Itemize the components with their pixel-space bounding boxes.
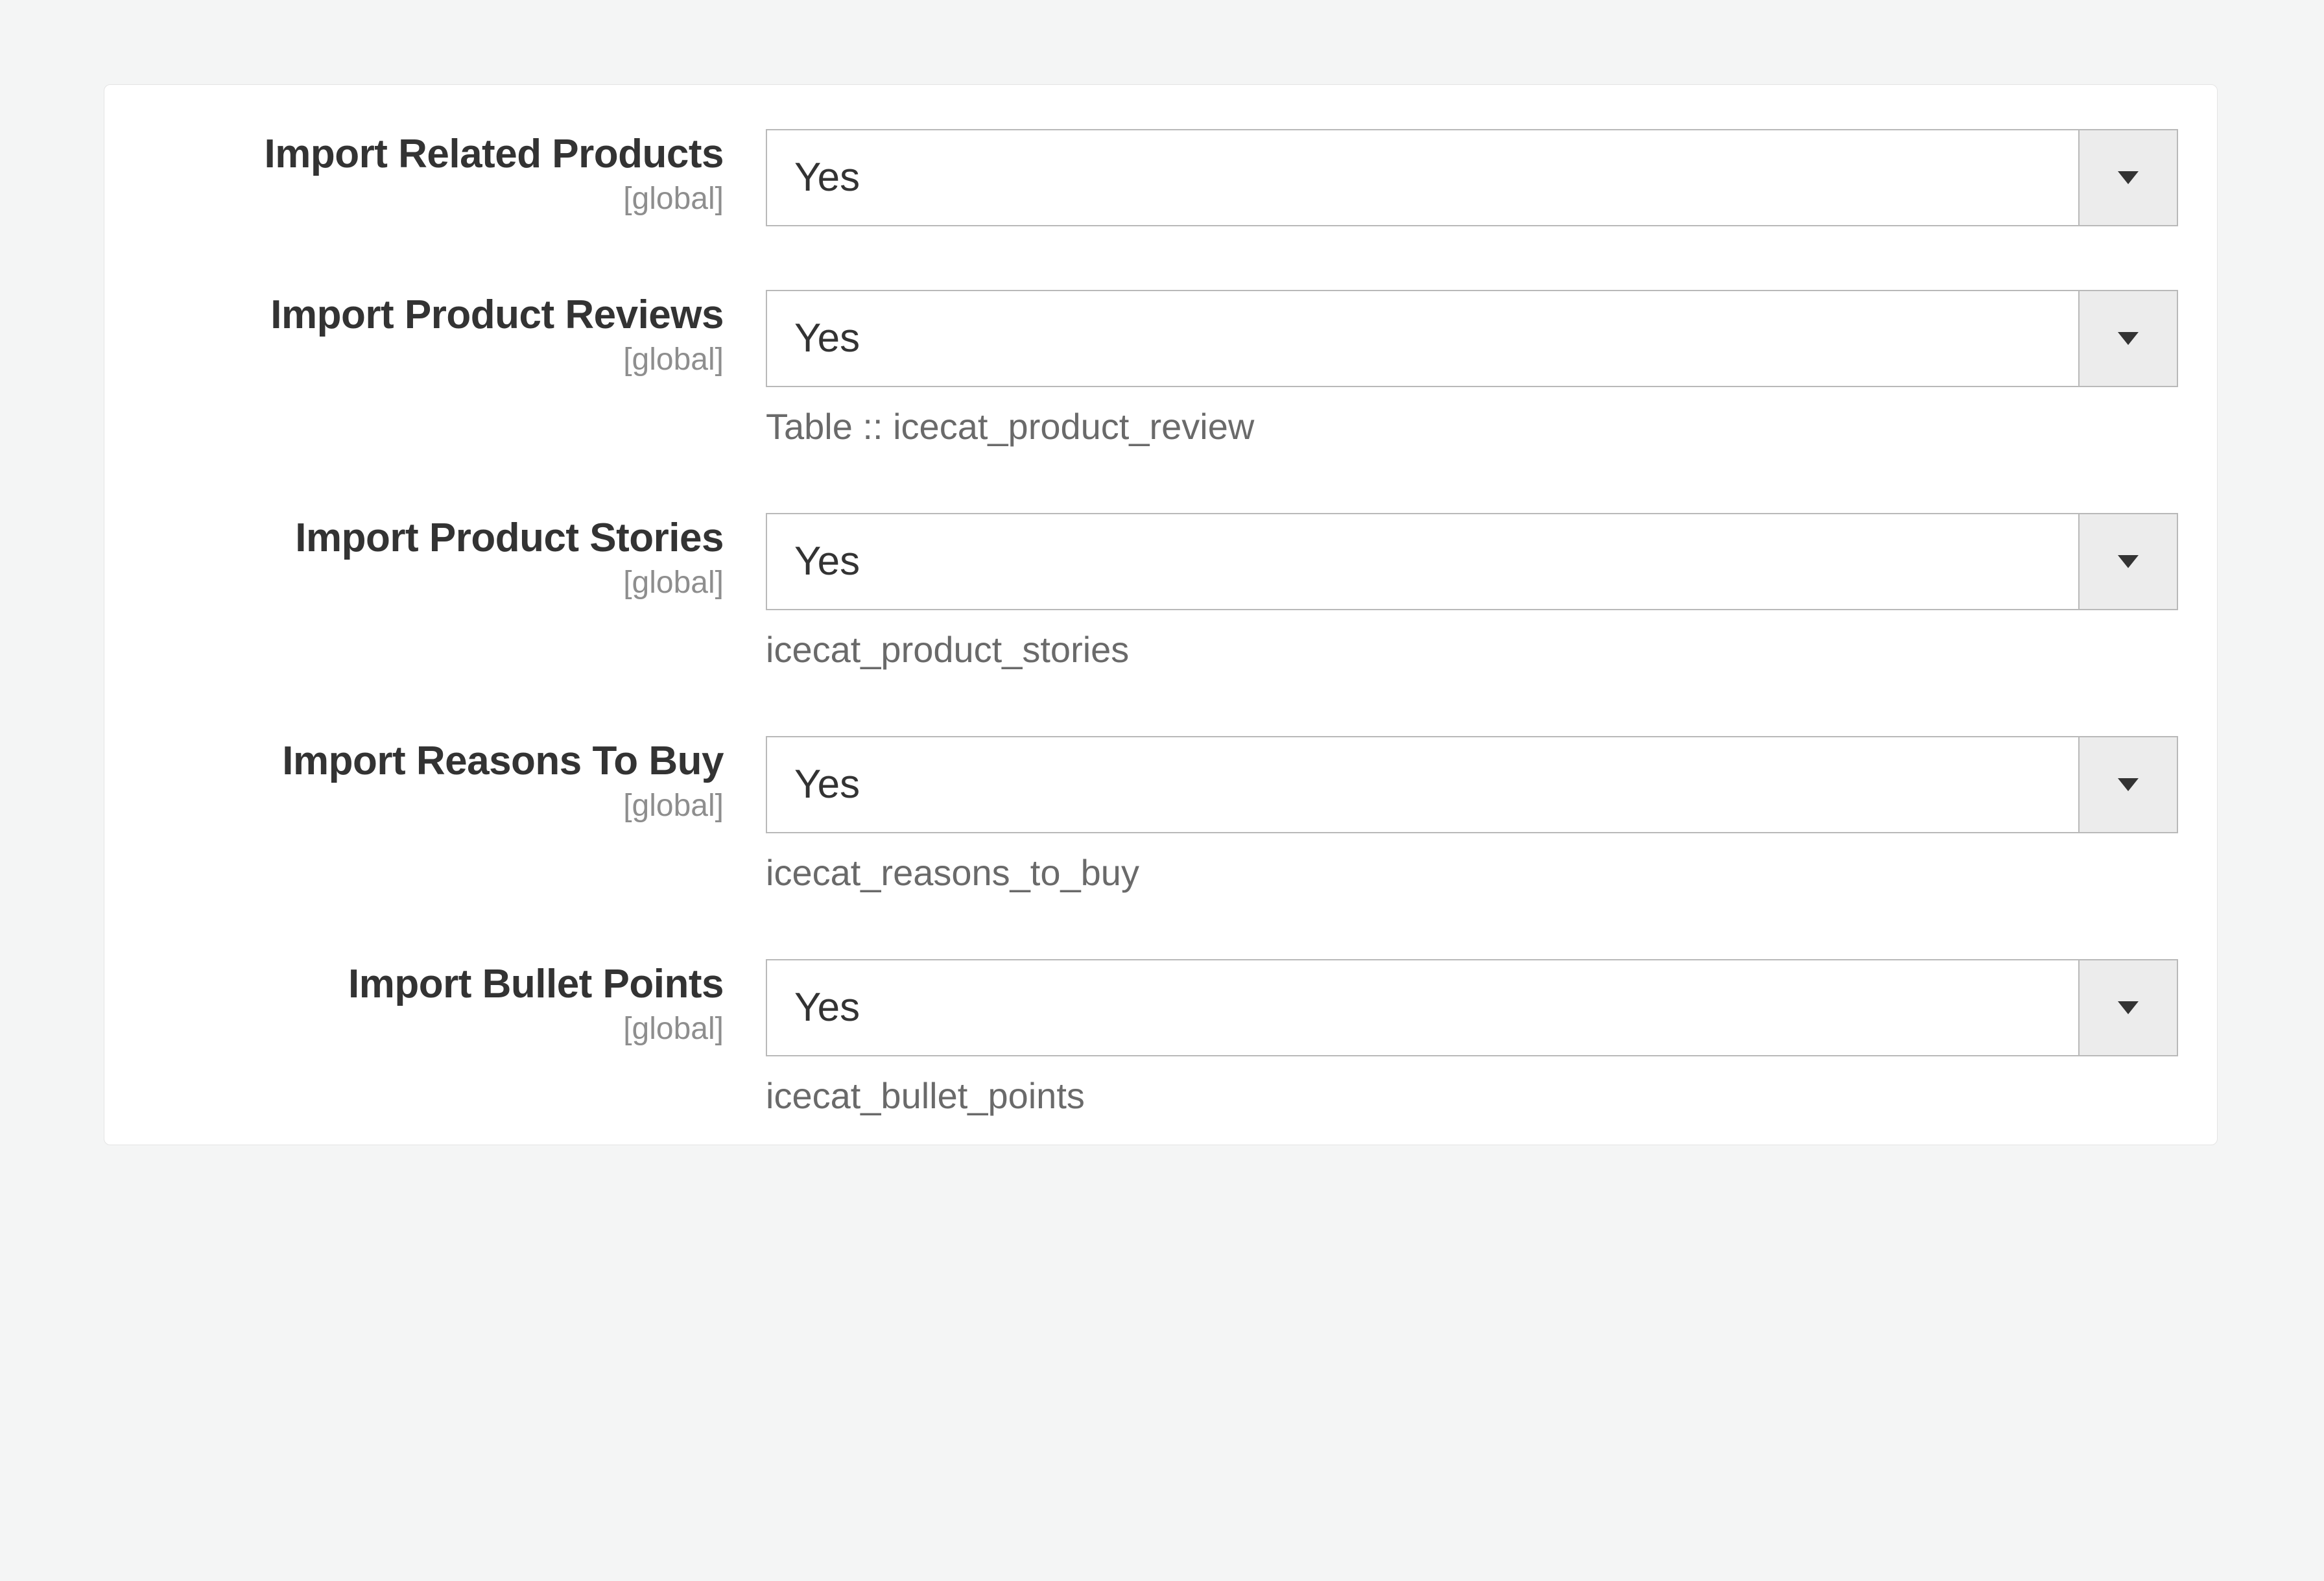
select-value: Yes (767, 765, 2078, 805)
import-reasons-to-buy-select[interactable]: Yes (766, 736, 2178, 833)
field-control-col: Yes icecat_product_stories (766, 508, 2178, 672)
field-control-col: Yes (766, 124, 2178, 226)
field-scope: [global] (104, 1010, 724, 1049)
import-product-stories-select[interactable]: Yes (766, 513, 2178, 610)
field-control-col: Yes icecat_reasons_to_buy (766, 731, 2178, 896)
field-label: Import Reasons To Buy (104, 737, 724, 785)
field-row: Import Product Stories [global] Yes icec… (104, 479, 2178, 702)
field-row: Import Bullet Points [global] Yes icecat… (104, 925, 2178, 1119)
select-dropdown-button[interactable] (2078, 514, 2177, 609)
select-value: Yes (767, 988, 2078, 1028)
field-label: Import Product Stories (104, 514, 724, 562)
select-dropdown-button[interactable] (2078, 737, 2177, 832)
field-label-col: Import Product Reviews [global] (104, 285, 766, 379)
field-label: Import Related Products (104, 130, 724, 178)
import-product-reviews-select[interactable]: Yes (766, 290, 2178, 387)
chevron-down-icon (2118, 171, 2139, 184)
field-scope: [global] (104, 564, 724, 602)
field-label: Import Product Reviews (104, 291, 724, 339)
field-helper: icecat_reasons_to_buy (766, 850, 2178, 896)
select-value: Yes (767, 158, 2078, 198)
field-helper: Table :: icecat_product_review (766, 404, 2178, 449)
chevron-down-icon (2118, 778, 2139, 791)
settings-panel: Import Related Products [global] Yes Imp… (104, 84, 2218, 1145)
field-control-col: Yes icecat_bullet_points (766, 954, 2178, 1119)
select-dropdown-button[interactable] (2078, 291, 2177, 386)
field-row: Import Related Products [global] Yes (104, 111, 2178, 256)
chevron-down-icon (2118, 1001, 2139, 1014)
field-control-col: Yes Table :: icecat_product_review (766, 285, 2178, 449)
field-label-col: Import Product Stories [global] (104, 508, 766, 602)
field-row: Import Product Reviews [global] Yes Tabl… (104, 256, 2178, 479)
import-related-products-select[interactable]: Yes (766, 129, 2178, 226)
select-value: Yes (767, 318, 2078, 359)
field-row: Import Reasons To Buy [global] Yes iceca… (104, 702, 2178, 925)
select-dropdown-button[interactable] (2078, 130, 2177, 225)
field-label: Import Bullet Points (104, 960, 724, 1008)
select-value: Yes (767, 541, 2078, 582)
field-scope: [global] (104, 787, 724, 826)
chevron-down-icon (2118, 332, 2139, 345)
field-helper: icecat_bullet_points (766, 1073, 2178, 1119)
field-label-col: Import Related Products [global] (104, 124, 766, 219)
select-dropdown-button[interactable] (2078, 960, 2177, 1055)
field-helper: icecat_product_stories (766, 627, 2178, 672)
canvas: Import Related Products [global] Yes Imp… (0, 0, 2324, 1581)
field-scope: [global] (104, 340, 724, 379)
chevron-down-icon (2118, 555, 2139, 568)
import-bullet-points-select[interactable]: Yes (766, 959, 2178, 1056)
field-label-col: Import Reasons To Buy [global] (104, 731, 766, 826)
field-scope: [global] (104, 180, 724, 219)
field-label-col: Import Bullet Points [global] (104, 954, 766, 1049)
